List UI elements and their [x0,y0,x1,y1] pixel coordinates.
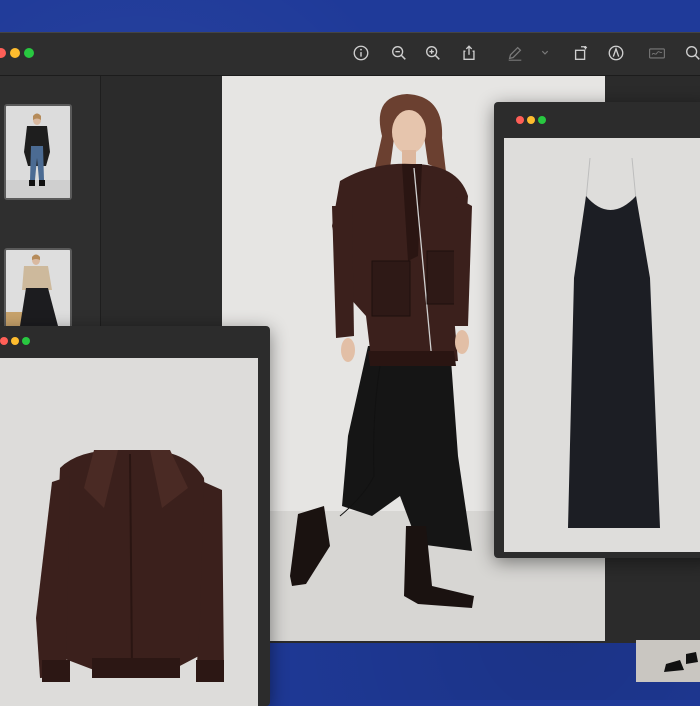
close-button[interactable] [0,48,6,58]
jacket-image [0,358,258,706]
zoom-button[interactable] [24,48,34,58]
thumbnail-2[interactable] [4,248,72,336]
minimize-button[interactable] [10,48,20,58]
annotate-icon[interactable] [607,44,627,64]
thumbnail-1[interactable] [4,104,72,200]
shoes [636,640,700,682]
jacket-window [0,326,270,706]
dress-window-controls [516,116,546,124]
dress-window-titlebar [494,102,700,130]
zoom-in-icon[interactable] [424,44,444,64]
minimize-button[interactable] [11,337,19,345]
minimize-button[interactable] [527,116,535,124]
markup-pen-icon[interactable] [506,44,526,64]
zoom-out-icon[interactable] [390,44,410,64]
search-icon[interactable] [684,44,700,64]
share-icon[interactable] [460,44,480,64]
rotate-icon[interactable] [572,44,592,64]
dress-image [504,138,700,552]
close-button[interactable] [516,116,524,124]
jacket-window-controls [0,337,30,345]
jacket-window-titlebar [0,326,270,354]
zoom-button[interactable] [22,337,30,345]
info-icon[interactable] [352,44,372,64]
window-toolbar [0,33,700,76]
signature-icon[interactable] [648,44,670,64]
leather-jacket [0,358,258,706]
chevron-down-icon[interactable] [536,44,550,64]
close-button[interactable] [0,337,8,345]
zoom-button[interactable] [538,116,546,124]
window-controls [0,48,34,58]
slip-dress [504,138,700,552]
corner-image [636,640,700,682]
dress-window [494,102,700,558]
